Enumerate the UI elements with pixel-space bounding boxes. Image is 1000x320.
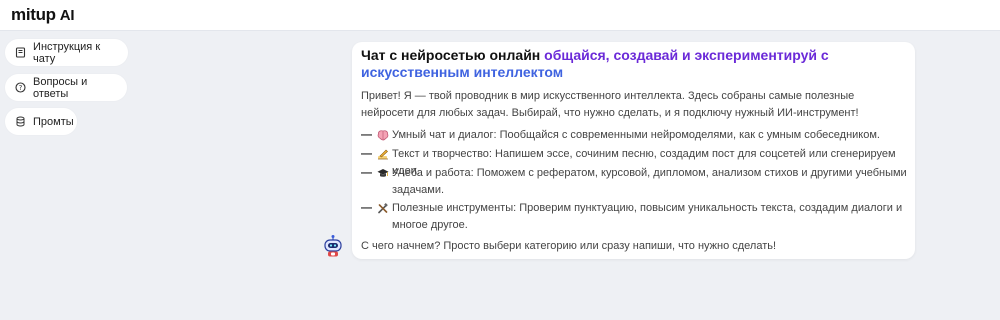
dash: — xyxy=(361,202,372,214)
item-text: Полезные инструменты: Проверим пунктуаци… xyxy=(392,202,903,231)
list-item: — Полезные инструменты: Проверим пунктуа… xyxy=(361,200,909,234)
tools-icon xyxy=(377,200,392,234)
message-outro: С чего начнем? Просто выбери категорию и… xyxy=(361,240,777,252)
title-accent-1: общайся, создавай и экспериментируй с xyxy=(544,47,829,63)
sidebar-item-prompts[interactable]: Промты xyxy=(5,108,77,135)
item-text: Учеба и работа: Поможем с рефератом, кур… xyxy=(392,167,907,196)
logo-text: mitup xyxy=(11,5,56,24)
book-icon xyxy=(15,47,26,59)
logo-suffix: AI xyxy=(59,7,75,24)
message-title: Чат с нейросетью онлайн общайся, создава… xyxy=(361,47,901,81)
question-circle-icon: ? xyxy=(15,82,26,94)
top-bar: mitup AI xyxy=(0,0,1000,31)
list-item: — Учеба и работа: Поможем с рефератом, к… xyxy=(361,165,909,199)
logo[interactable]: mitup AI xyxy=(11,5,74,25)
sidebar-item-label: Вопросы и ответы xyxy=(33,75,88,100)
sidebar-item-faq[interactable]: ? Вопросы и ответы xyxy=(5,74,127,101)
svg-text:?: ? xyxy=(19,84,23,92)
dash: — xyxy=(361,129,372,141)
assistant-message-card: Чат с нейросетью онлайн общайся, создава… xyxy=(352,42,915,259)
brain-icon xyxy=(377,127,392,144)
sidebar-item-label: Инструкция к чату xyxy=(33,40,101,65)
graduation-cap-icon xyxy=(377,165,392,199)
bot-avatar xyxy=(322,234,344,258)
title-plain: Чат с нейросетью онлайн xyxy=(361,47,545,63)
item-text: Умный чат и диалог: Пообщайся с современ… xyxy=(392,129,880,141)
message-intro: Привет! Я — твой проводник в мир искусст… xyxy=(361,90,859,119)
title-accent-2: искусственным интеллектом xyxy=(361,64,564,80)
database-icon xyxy=(15,116,26,128)
sidebar-item-chat-instructions[interactable]: Инструкция к чату xyxy=(5,39,128,66)
dash: — xyxy=(361,167,372,179)
sidebar-item-label: Промты xyxy=(33,115,74,128)
list-item: — Умный чат и диалог: Пообщайся с соврем… xyxy=(361,127,909,144)
